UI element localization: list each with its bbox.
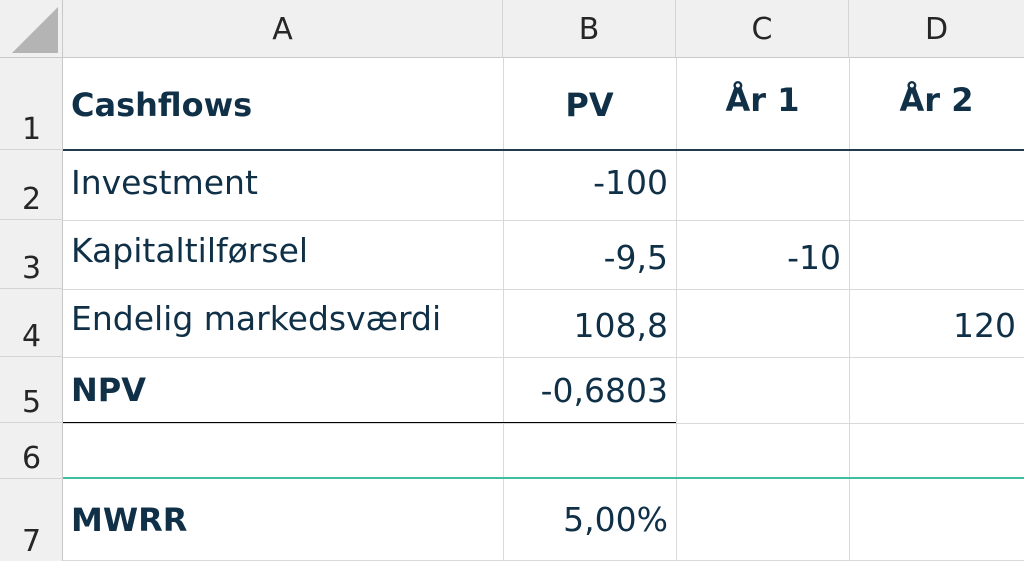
cell-d4[interactable]: 120 <box>849 290 1024 357</box>
row-header-7[interactable]: 7 <box>0 479 63 561</box>
select-all-button[interactable] <box>0 0 63 58</box>
npv-bottom-border <box>63 422 676 423</box>
row-header-2[interactable]: 2 <box>0 150 63 220</box>
column-header-b[interactable]: B <box>503 0 676 58</box>
cell-b7[interactable]: 5,00% <box>503 479 676 560</box>
cell-c1[interactable]: År 1 <box>676 58 849 150</box>
cell-b5[interactable]: -0,6803 <box>503 358 676 422</box>
column-header-a[interactable]: A <box>63 0 503 58</box>
cell-a1[interactable]: Cashflows <box>63 58 503 150</box>
cell-a2[interactable]: Investment <box>63 151 503 220</box>
cell-a5[interactable]: NPV <box>63 358 503 422</box>
row-header-4[interactable]: 4 <box>0 289 63 357</box>
cell-a3[interactable]: Kapitaltilførsel <box>63 221 503 289</box>
cell-a7[interactable]: MWRR <box>63 479 503 560</box>
row-header-6[interactable]: 6 <box>0 423 63 479</box>
spreadsheet-grid: A B C D 1 2 3 4 5 6 7 Cashflows PV År 1 … <box>0 0 1024 561</box>
cell-b3[interactable]: -9,5 <box>503 221 676 289</box>
cell-a4[interactable]: Endelig markedsværdi <box>63 290 503 357</box>
column-header-c[interactable]: C <box>676 0 849 58</box>
cell-d1[interactable]: År 2 <box>849 58 1024 150</box>
cell-b2[interactable]: -100 <box>503 151 676 220</box>
gridline-horizontal <box>63 423 1024 424</box>
cell-b1[interactable]: PV <box>503 58 676 150</box>
select-all-triangle-icon <box>12 7 58 53</box>
column-header-d[interactable]: D <box>849 0 1024 58</box>
cell-b4[interactable]: 108,8 <box>503 290 676 357</box>
row-header-1[interactable]: 1 <box>0 58 63 150</box>
row-header-3[interactable]: 3 <box>0 220 63 289</box>
cell-c3[interactable]: -10 <box>676 221 849 289</box>
row-header-5[interactable]: 5 <box>0 357 63 423</box>
